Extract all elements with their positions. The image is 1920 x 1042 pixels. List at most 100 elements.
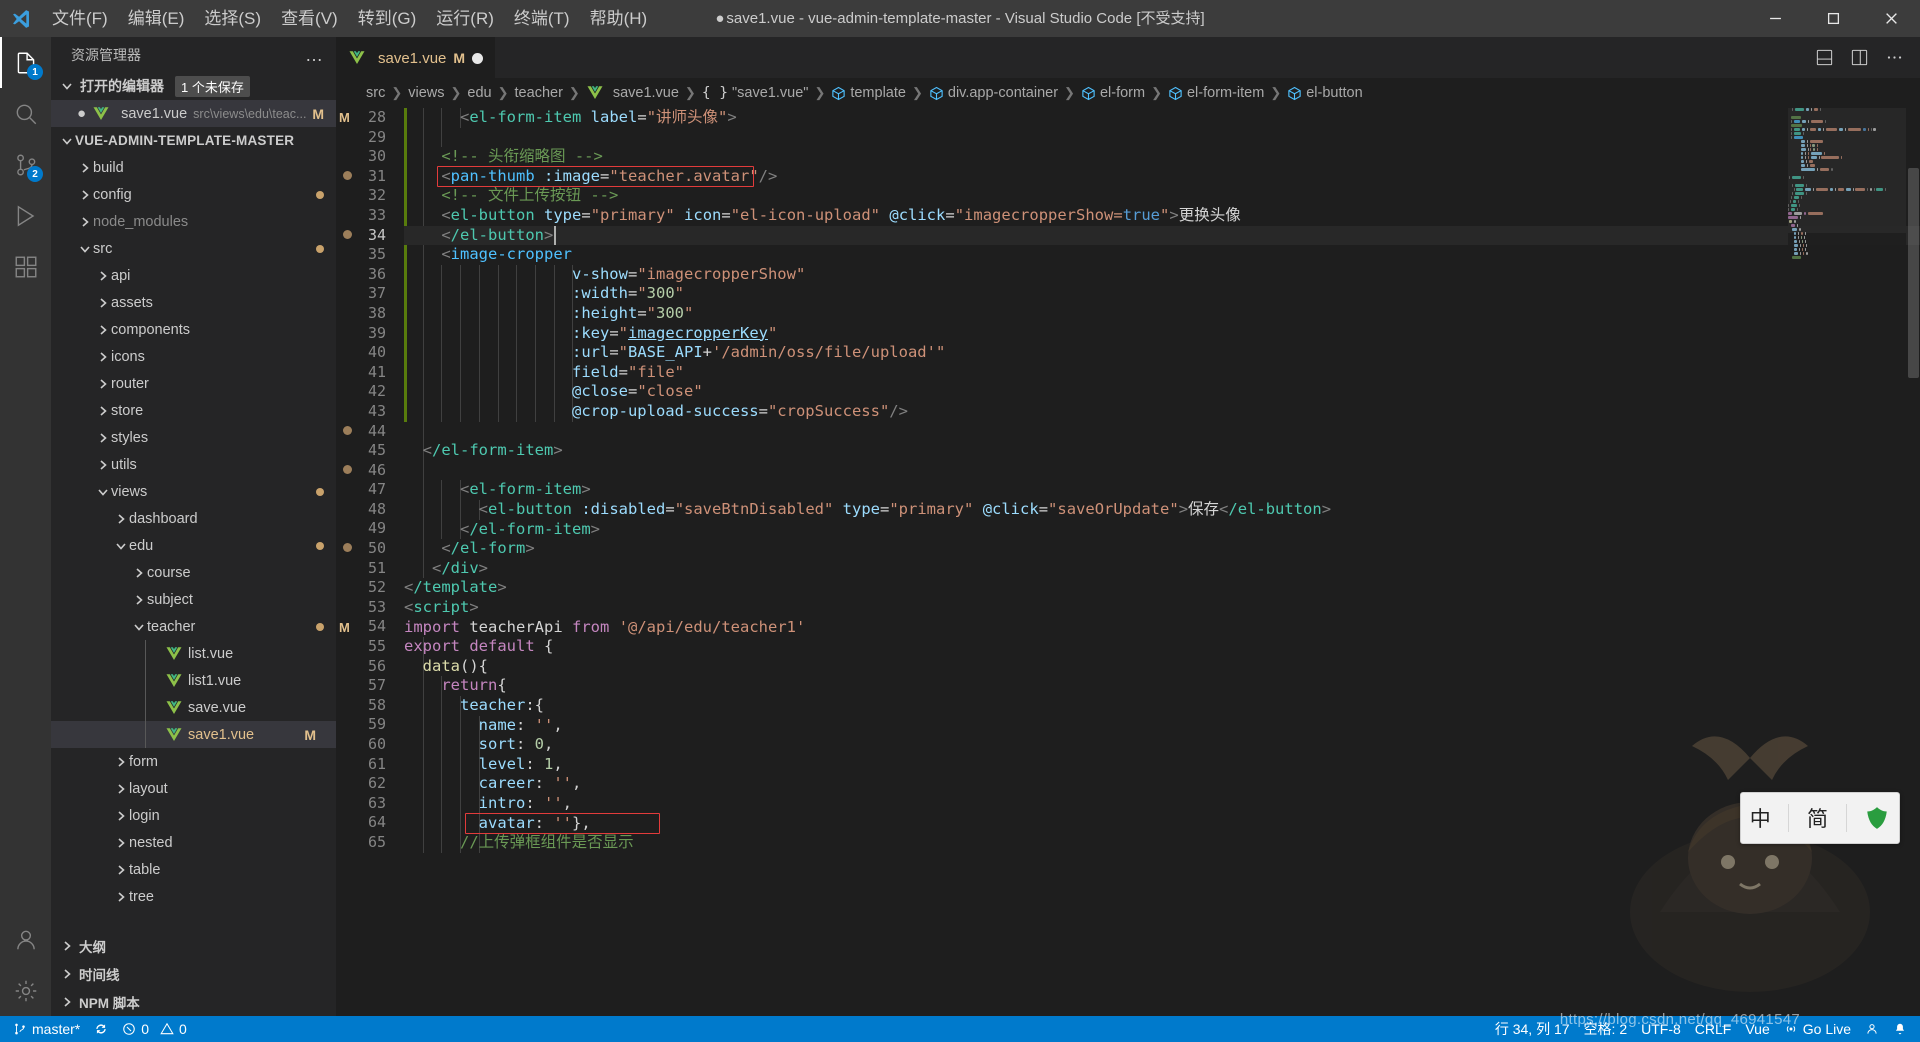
menu-go[interactable]: 转到(G) bbox=[348, 0, 427, 37]
code-line[interactable]: //上传弹框组件是否显示 bbox=[404, 833, 1920, 853]
breadcrumb-item-4[interactable]: save1.vue bbox=[586, 84, 679, 102]
code-line[interactable]: <image-cropper bbox=[404, 245, 1920, 265]
tree-item-config[interactable]: config bbox=[51, 181, 336, 208]
breadcrumb-item-5[interactable]: { } "save1.vue" bbox=[702, 85, 809, 101]
code-line[interactable]: <el-form-item> bbox=[404, 480, 1920, 500]
activity-run-debug-icon[interactable] bbox=[0, 190, 51, 241]
code-line[interactable]: <!-- 文件上传按钮 --> bbox=[404, 186, 1920, 206]
code-line[interactable]: <script> bbox=[404, 598, 1920, 618]
open-editors-section-header[interactable]: 打开的编辑器 1 个未保存 bbox=[51, 72, 336, 100]
breadcrumb-item-10[interactable]: el-button bbox=[1287, 85, 1363, 101]
maximize-button[interactable] bbox=[1804, 0, 1862, 37]
unsaved-dot-icon[interactable]: ● bbox=[77, 105, 86, 122]
activity-accounts-icon[interactable] bbox=[0, 914, 51, 965]
breadcrumb-item-3[interactable]: teacher bbox=[515, 85, 563, 101]
minimap[interactable] bbox=[1788, 108, 1906, 1016]
menu-help[interactable]: 帮助(H) bbox=[580, 0, 658, 37]
activity-settings-gear-icon[interactable] bbox=[0, 965, 51, 1016]
code-line[interactable]: </el-button> bbox=[404, 225, 1920, 246]
tree-item-store[interactable]: store bbox=[51, 397, 336, 424]
minimize-button[interactable] bbox=[1746, 0, 1804, 37]
code-line[interactable]: </el-form-item> bbox=[404, 520, 1920, 540]
tree-item-teacher[interactable]: teacher bbox=[51, 613, 336, 640]
code-line[interactable]: <pan-thumb :image="teacher.avatar"/> bbox=[404, 167, 1920, 187]
status-encoding[interactable]: UTF-8 bbox=[1634, 1016, 1688, 1042]
activity-extensions-icon[interactable] bbox=[0, 241, 51, 292]
code-line[interactable]: teacher:{ bbox=[404, 696, 1920, 716]
tree-item-list1-vue[interactable]: list1.vue bbox=[51, 667, 336, 694]
breadcrumb-item-2[interactable]: edu bbox=[467, 85, 491, 101]
open-editor-item-save1[interactable]: ● save1.vue src\views\edu\teac... M bbox=[51, 100, 336, 127]
tree-root-folder[interactable]: VUE-ADMIN-TEMPLATE-MASTER bbox=[51, 127, 336, 154]
tree-item-api[interactable]: api bbox=[51, 262, 336, 289]
code-line[interactable]: career: '', bbox=[404, 774, 1920, 794]
code-line[interactable]: import teacherApi from '@/api/edu/teache… bbox=[404, 618, 1920, 638]
status-sync[interactable] bbox=[87, 1016, 115, 1042]
tree-item-tree[interactable]: tree bbox=[51, 883, 336, 910]
code-line[interactable]: intro: '', bbox=[404, 794, 1920, 814]
menu-view[interactable]: 查看(V) bbox=[271, 0, 348, 37]
code-line[interactable]: field="file" bbox=[404, 363, 1920, 383]
tree-item-table[interactable]: table bbox=[51, 856, 336, 883]
code-line[interactable]: <!-- 头衔缩略图 --> bbox=[404, 147, 1920, 167]
code-line[interactable]: avatar: ''}, bbox=[404, 814, 1920, 834]
code-line[interactable]: </div> bbox=[404, 559, 1920, 579]
tree-item-subject[interactable]: subject bbox=[51, 586, 336, 613]
section-outline[interactable]: 大纲 bbox=[51, 932, 336, 960]
breadcrumb-item-7[interactable]: div.app-container bbox=[929, 85, 1058, 101]
activity-search-icon[interactable] bbox=[0, 88, 51, 139]
code-line[interactable]: export default { bbox=[404, 637, 1920, 657]
tree-item-components[interactable]: components bbox=[51, 316, 336, 343]
status-indentation[interactable]: 空格: 2 bbox=[1577, 1016, 1635, 1042]
tree-item-styles[interactable]: styles bbox=[51, 424, 336, 451]
tree-item-dashboard[interactable]: dashboard bbox=[51, 505, 336, 532]
code-line[interactable] bbox=[404, 461, 1920, 481]
code-line[interactable]: <el-button type="primary" icon="el-icon-… bbox=[404, 206, 1920, 226]
code-line[interactable]: return{ bbox=[404, 676, 1920, 696]
code-line[interactable]: data(){ bbox=[404, 657, 1920, 677]
tree-item-assets[interactable]: assets bbox=[51, 289, 336, 316]
tab-save1-vue[interactable]: save1.vue M bbox=[336, 37, 496, 78]
ime-mode-indicator[interactable]: 简 bbox=[1807, 803, 1828, 833]
tree-item-login[interactable]: login bbox=[51, 802, 336, 829]
tree-item-course[interactable]: course bbox=[51, 559, 336, 586]
status-accounts[interactable] bbox=[1858, 1016, 1886, 1042]
ime-status-bar[interactable]: 中 简 bbox=[1740, 792, 1900, 844]
code-editor[interactable]: MM 28 29 30 31 32 33 34 35 36 37 38 39 40 41 42 43 44 45 4… bbox=[336, 108, 1920, 1016]
menu-run[interactable]: 运行(R) bbox=[426, 0, 504, 37]
code-line[interactable]: @crop-upload-success="cropSuccess"/> bbox=[404, 402, 1920, 422]
section-timeline[interactable]: 时间线 bbox=[51, 960, 336, 988]
breadcrumb-item-8[interactable]: el-form bbox=[1081, 85, 1145, 101]
tree-item-form[interactable]: form bbox=[51, 748, 336, 775]
tree-item-nested[interactable]: nested bbox=[51, 829, 336, 856]
code-line[interactable]: @close="close" bbox=[404, 382, 1920, 402]
ime-language-indicator[interactable]: 中 bbox=[1750, 803, 1771, 833]
code-line[interactable]: v-show="imagecropperShow" bbox=[404, 265, 1920, 285]
status-go-live[interactable]: Go Live bbox=[1777, 1016, 1858, 1042]
split-editor-down-icon[interactable] bbox=[1815, 48, 1834, 67]
tree-item-src[interactable]: src bbox=[51, 235, 336, 262]
activity-source-control-icon[interactable]: 2 bbox=[0, 139, 51, 190]
vertical-scrollbar[interactable] bbox=[1906, 108, 1920, 1016]
code-line[interactable]: sort: 0, bbox=[404, 735, 1920, 755]
breadcrumb-item-1[interactable]: views bbox=[408, 85, 444, 101]
code-line[interactable]: </el-form-item> bbox=[404, 441, 1920, 461]
code-line[interactable] bbox=[404, 422, 1920, 442]
tree-item-views[interactable]: views bbox=[51, 478, 336, 505]
code-line[interactable]: </template> bbox=[404, 578, 1920, 598]
tree-item-router[interactable]: router bbox=[51, 370, 336, 397]
close-button[interactable] bbox=[1862, 0, 1920, 37]
code-line[interactable]: </el-form> bbox=[404, 539, 1920, 559]
tab-dirty-dot-icon[interactable] bbox=[472, 52, 484, 64]
breadcrumb-item-6[interactable]: template bbox=[831, 85, 906, 101]
tree-item-utils[interactable]: utils bbox=[51, 451, 336, 478]
tree-item-edu[interactable]: edu bbox=[51, 532, 336, 559]
tree-item-node-modules[interactable]: node_modules bbox=[51, 208, 336, 235]
status-notifications[interactable] bbox=[1886, 1016, 1914, 1042]
tree-item-icons[interactable]: icons bbox=[51, 343, 336, 370]
tree-item-build[interactable]: build bbox=[51, 154, 336, 181]
menu-terminal[interactable]: 终端(T) bbox=[504, 0, 580, 37]
scrollbar-thumb[interactable] bbox=[1908, 168, 1919, 378]
code-line[interactable]: name: '', bbox=[404, 716, 1920, 736]
code-line[interactable]: <el-button :disabled="saveBtnDisabled" t… bbox=[404, 500, 1920, 520]
